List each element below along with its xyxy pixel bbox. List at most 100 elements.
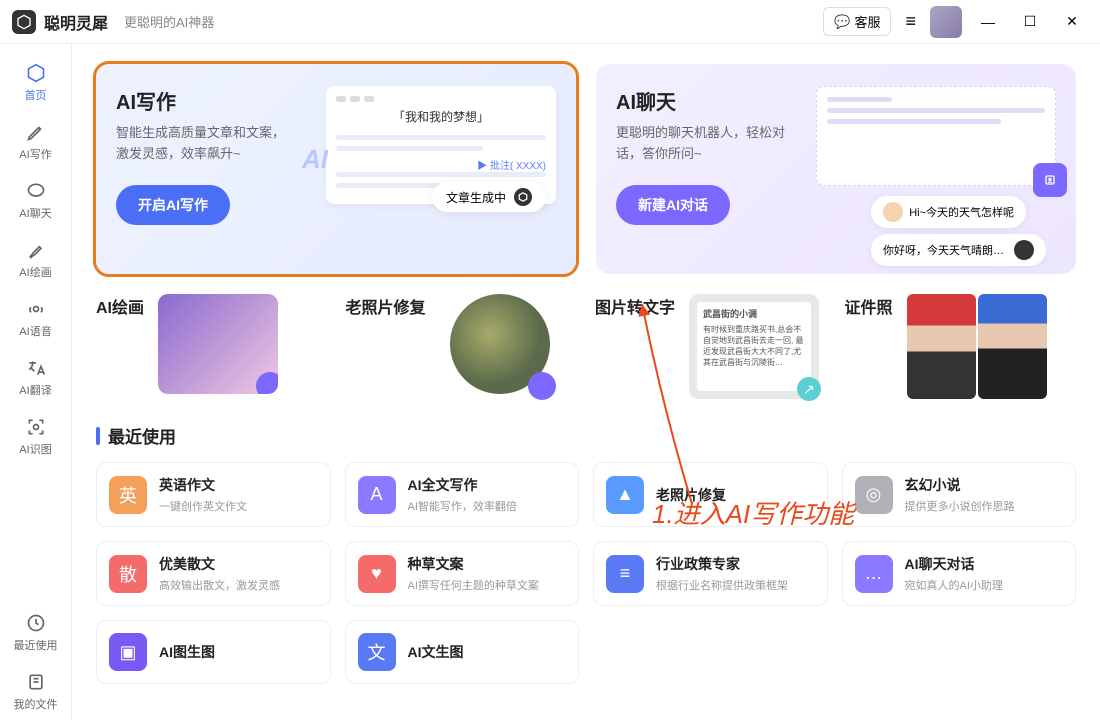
- logo: 聪明灵犀 更聪明的AI神器: [12, 10, 214, 34]
- recent-card[interactable]: 英 英语作文 一键创作英文作文: [96, 462, 331, 527]
- sidebar-item-scan[interactable]: AI识图: [8, 408, 64, 465]
- recent-card[interactable]: 文 AI文生图: [345, 620, 580, 684]
- recent-title: 优美散文: [159, 554, 280, 574]
- recent-title: AI文生图: [408, 642, 464, 662]
- hero-desc: 更聪明的聊天机器人，轻松对话，答你所问~: [616, 123, 796, 165]
- recent-desc: 宛如真人的AI小助理: [905, 577, 1003, 593]
- mock-topic: 「我和我的梦想」: [336, 108, 546, 125]
- sidebar-item-label: 首页: [25, 87, 47, 103]
- feature-title: AI绘画: [96, 294, 144, 318]
- start-writing-button[interactable]: 开启AI写作: [116, 185, 230, 225]
- recent-desc: 根据行业名称提供政策框架: [656, 577, 788, 593]
- maximize-button[interactable]: ☐: [1014, 6, 1046, 38]
- support-button[interactable]: 💬 客服: [823, 7, 891, 36]
- voice-icon: [25, 298, 47, 320]
- chat-bubble-icon: 💬: [834, 14, 850, 30]
- sidebar: 首页 AI写作 AI聊天 AI绘画 AI语音 AI翻译 AI识图 最: [0, 44, 72, 720]
- magic-icon: [528, 372, 556, 400]
- feature-title: 图片转文字: [595, 294, 675, 318]
- writing-preview: AI 「我和我的梦想」 ▶ 批注( XXXX) 文章生成中: [326, 86, 556, 204]
- recent-title: 种草文案: [408, 554, 539, 574]
- paper-body: 有时候到重庆路买书,总会不自觉地到武昌街去走一回, 最近发现武昌街大大不同了,尤…: [703, 324, 805, 369]
- sidebar-item-label: AI语音: [19, 323, 51, 339]
- recent-title: 行业政策专家: [656, 554, 788, 574]
- sidebar-item-label: AI写作: [19, 146, 51, 162]
- chat-bubble-text: Hi~今天的天气怎样呢: [909, 204, 1014, 220]
- recent-card[interactable]: 散 优美散文 高效输出散文，激发灵感: [96, 541, 331, 606]
- recent-card[interactable]: ◎ 玄幻小说 提供更多小说创作思路: [842, 462, 1077, 527]
- chat-bubble: 你好呀，今天天气晴朗…: [871, 234, 1046, 266]
- sidebar-item-label: AI识图: [19, 441, 51, 457]
- hero-card-chat[interactable]: AI聊天 更聪明的聊天机器人，轻松对话，答你所问~ 新建AI对话 Hi~今天的天…: [596, 64, 1076, 274]
- feature-card-idphoto[interactable]: 证件照: [845, 294, 1077, 399]
- feature-image: [158, 294, 278, 394]
- hero-desc: 智能生成高质量文章和文案，激发灵感，效率飙升~: [116, 123, 296, 165]
- magic-icon: [256, 372, 278, 394]
- feature-card-restore[interactable]: 老照片修复: [346, 294, 578, 399]
- sidebar-item-recent[interactable]: 最近使用: [8, 604, 64, 661]
- recent-card[interactable]: ♥ 种草文案 AI撰写任何主题的种草文案: [345, 541, 580, 606]
- arrow-up-icon: ↗: [797, 377, 821, 401]
- chat-send-icon: [1033, 163, 1067, 197]
- sidebar-item-files[interactable]: 我的文件: [8, 663, 64, 720]
- hero-card-writing[interactable]: AI写作 智能生成高质量文章和文案，激发灵感，效率飙升~ 开启AI写作 AI 「…: [96, 64, 576, 274]
- recent-desc: AI智能写作，效率翻倍: [408, 498, 517, 514]
- sidebar-item-translate[interactable]: AI翻译: [8, 349, 64, 406]
- recent-title: AI聊天对话: [905, 554, 1003, 574]
- recent-icon: ≡: [606, 555, 644, 593]
- chat-bubble-text: 你好呀，今天天气晴朗…: [883, 242, 1004, 258]
- logo-mini-icon: [514, 188, 532, 206]
- gen-chip-label: 文章生成中: [446, 189, 506, 206]
- recent-heading-label: 最近使用: [108, 423, 176, 448]
- close-button[interactable]: ✕: [1056, 6, 1088, 38]
- feature-card-ocr[interactable]: 图片转文字 武昌街的小调 有时候到重庆路买书,总会不自觉地到武昌街去走一回, 最…: [595, 294, 827, 399]
- logo-icon: [12, 10, 36, 34]
- recent-card[interactable]: ▣ AI图生图: [96, 620, 331, 684]
- recent-title: 玄幻小说: [905, 475, 1015, 495]
- recent-title: AI全文写作: [408, 475, 517, 495]
- home-icon: [25, 62, 47, 84]
- sidebar-item-label: AI聊天: [19, 205, 51, 221]
- history-icon: [25, 612, 47, 634]
- recent-card[interactable]: ≡ 行业政策专家 根据行业名称提供政策框架: [593, 541, 828, 606]
- recent-desc: 一键创作英文作文: [159, 498, 247, 514]
- feature-title: 老照片修复: [346, 294, 426, 318]
- scan-icon: [25, 416, 47, 438]
- paper-title: 武昌街的小调: [703, 308, 805, 321]
- recent-card[interactable]: ▲ 老照片修复: [593, 462, 828, 527]
- sidebar-item-paint[interactable]: AI绘画: [8, 231, 64, 288]
- sidebar-item-writing[interactable]: AI写作: [8, 113, 64, 170]
- minimize-button[interactable]: —: [972, 6, 1004, 38]
- recent-desc: 提供更多小说创作思路: [905, 498, 1015, 514]
- translate-icon: [25, 357, 47, 379]
- sidebar-item-chat[interactable]: AI聊天: [8, 172, 64, 229]
- recent-icon: ▣: [109, 633, 147, 671]
- recent-title: 英语作文: [159, 475, 247, 495]
- recent-desc: AI撰写任何主题的种草文案: [408, 577, 539, 593]
- menu-button[interactable]: ≡: [901, 7, 920, 36]
- generating-chip: 文章生成中: [432, 182, 546, 212]
- recent-card[interactable]: A AI全文写作 AI智能写作，效率翻倍: [345, 462, 580, 527]
- sidebar-item-home[interactable]: 首页: [8, 54, 64, 111]
- new-chat-button[interactable]: 新建AI对话: [616, 185, 730, 225]
- recent-icon: A: [358, 476, 396, 514]
- sidebar-item-label: AI绘画: [19, 264, 51, 280]
- avatar-mini-icon: [883, 202, 903, 222]
- feature-image: 武昌街的小调 有时候到重庆路买书,总会不自觉地到武昌街去走一回, 最近发现武昌街…: [689, 294, 819, 399]
- recent-icon: ◎: [855, 476, 893, 514]
- recent-icon: 文: [358, 633, 396, 671]
- sidebar-item-voice[interactable]: AI语音: [8, 290, 64, 347]
- recent-icon: 散: [109, 555, 147, 593]
- recent-icon: 英: [109, 476, 147, 514]
- user-avatar[interactable]: [930, 6, 962, 38]
- mock-comment: ▶ 批注( XXXX): [336, 157, 546, 172]
- folder-icon: [25, 671, 47, 693]
- recent-icon: ♥: [358, 555, 396, 593]
- recent-card[interactable]: … AI聊天对话 宛如真人的AI小助理: [842, 541, 1077, 606]
- chat-icon: [25, 180, 47, 202]
- titlebar: 聪明灵犀 更聪明的AI神器 💬 客服 ≡ — ☐ ✕: [0, 0, 1100, 44]
- recent-icon: ▲: [606, 476, 644, 514]
- logo-mini-icon: [1014, 240, 1034, 260]
- recent-desc: 高效输出散文，激发灵感: [159, 577, 280, 593]
- feature-card-paint[interactable]: AI绘画: [96, 294, 328, 399]
